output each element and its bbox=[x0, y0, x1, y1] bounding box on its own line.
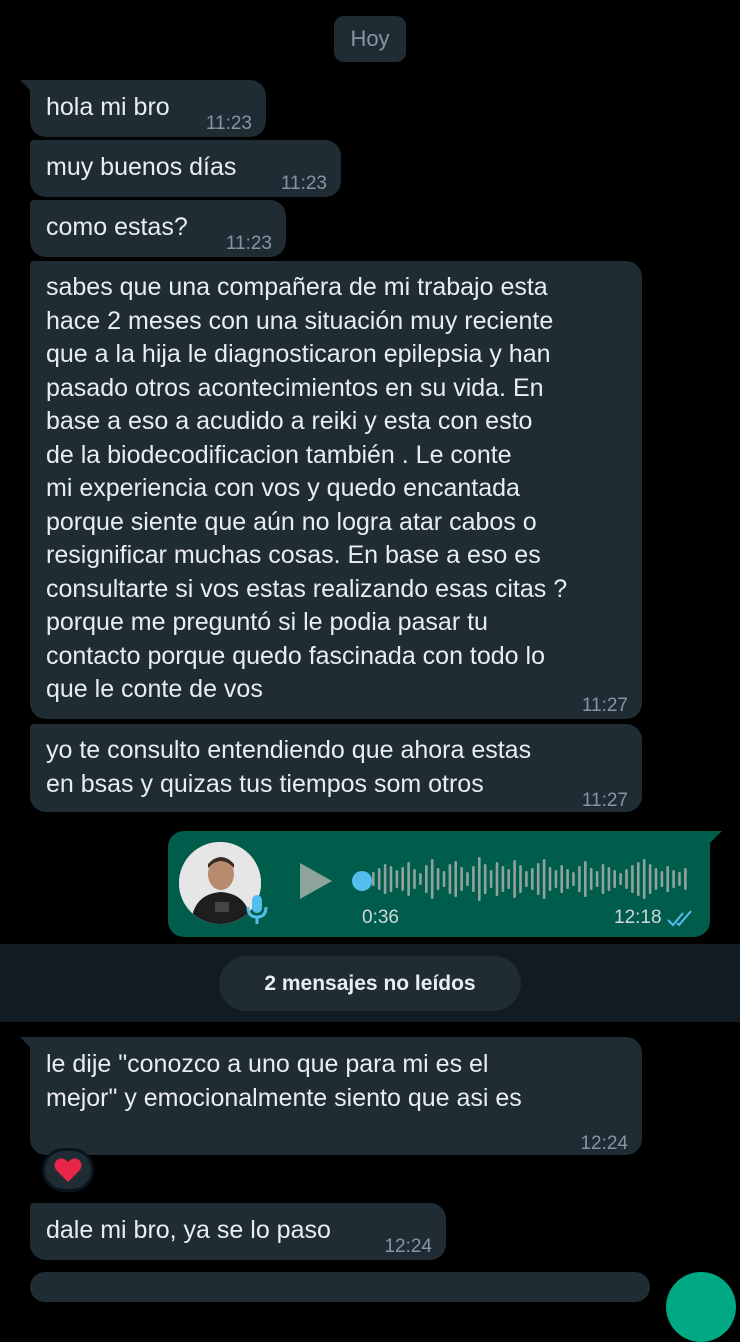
incoming-message[interactable]: muy buenos días 11:23 bbox=[30, 140, 341, 197]
message-text: muy buenos días bbox=[46, 153, 237, 181]
waveform-bar bbox=[478, 857, 481, 901]
playback-scrubber-handle[interactable] bbox=[352, 871, 372, 891]
waveform-bar bbox=[637, 862, 640, 896]
waveform-bar bbox=[513, 860, 516, 898]
message-time: 12:24 bbox=[580, 1133, 628, 1154]
play-button[interactable] bbox=[298, 861, 334, 901]
waveform-bar bbox=[525, 871, 528, 887]
waveform-bar bbox=[601, 864, 605, 894]
waveform-bar bbox=[489, 870, 493, 888]
waveform-bar bbox=[554, 870, 558, 888]
message-time: 11:23 bbox=[205, 113, 252, 134]
outgoing-voice-message[interactable]: 0:36 12:18 bbox=[168, 831, 722, 937]
incoming-message[interactable]: yo te consulto entendiendo que ahora est… bbox=[30, 724, 642, 812]
voice-duration: 0:36 bbox=[362, 907, 399, 928]
message-time: 11:27 bbox=[581, 695, 628, 716]
waveform-bar bbox=[584, 861, 587, 897]
date-separator-label: Hoy bbox=[350, 26, 390, 51]
waveform-bar bbox=[401, 867, 404, 891]
double-check-read-icon bbox=[667, 910, 692, 927]
message-time: 11:23 bbox=[225, 233, 272, 254]
waveform-bar bbox=[642, 859, 646, 899]
waveform-bar bbox=[472, 866, 475, 892]
microphone-icon bbox=[246, 893, 268, 925]
waveform-bar bbox=[430, 859, 434, 899]
waveform-bar bbox=[519, 865, 522, 893]
waveform-bar bbox=[578, 866, 581, 892]
waveform-bar bbox=[507, 869, 510, 889]
message-time: 12:18 bbox=[614, 907, 662, 928]
waveform-bar bbox=[648, 864, 652, 894]
waveform-bar bbox=[595, 871, 599, 887]
waveform-bar bbox=[619, 873, 622, 885]
date-separator: Hoy bbox=[334, 16, 406, 62]
message-text: hola mi bro bbox=[46, 93, 170, 121]
waveform-bar bbox=[436, 868, 440, 890]
waveform-bar bbox=[589, 868, 593, 890]
incoming-message[interactable]: hola mi bro 11:23 bbox=[20, 80, 266, 137]
incoming-message[interactable]: dale mi bro, ya se lo paso 12:24 bbox=[30, 1203, 446, 1260]
waveform-bar bbox=[542, 859, 546, 899]
unread-messages-label: 2 mensajes no leídos bbox=[219, 956, 521, 1011]
waveform-bar bbox=[407, 862, 410, 896]
waveform-bar bbox=[448, 864, 452, 894]
incoming-message[interactable]: sabes que una compañera de mi trabajo es… bbox=[30, 261, 642, 719]
waveform-bar bbox=[666, 866, 669, 892]
waveform-bar bbox=[607, 867, 611, 891]
message-text: como estas? bbox=[46, 213, 188, 241]
waveform-bar bbox=[483, 864, 487, 894]
scroll-down-button[interactable] bbox=[666, 1272, 736, 1342]
waveform-bar bbox=[560, 865, 563, 893]
message-text: yo te consulto entendiendo que ahora est… bbox=[46, 736, 532, 798]
waveform-bar bbox=[466, 872, 469, 886]
unread-label-text: 2 mensajes no leídos bbox=[264, 971, 476, 995]
message-text: sabes que una compañera de mi trabajo es… bbox=[46, 273, 568, 703]
waveform-bar bbox=[678, 872, 681, 886]
reaction-badge[interactable] bbox=[42, 1148, 94, 1192]
waveform-bar bbox=[460, 867, 463, 891]
waveform-bar bbox=[383, 864, 387, 894]
waveform-bar bbox=[454, 861, 457, 897]
waveform[interactable] bbox=[372, 853, 690, 905]
waveform-bar bbox=[684, 868, 687, 890]
waveform-bar bbox=[654, 868, 658, 890]
message-time: 12:24 bbox=[384, 1236, 432, 1257]
waveform-bar bbox=[531, 868, 534, 890]
waveform-bar bbox=[631, 865, 634, 893]
message-time: 11:27 bbox=[581, 790, 628, 811]
incoming-message[interactable]: como estas? 11:23 bbox=[30, 200, 286, 257]
waveform-bar bbox=[536, 863, 540, 895]
heart-icon bbox=[54, 1158, 82, 1182]
waveform-bar bbox=[419, 873, 422, 885]
waveform-bar bbox=[672, 870, 675, 888]
waveform-bar bbox=[377, 868, 381, 890]
waveform-bar bbox=[372, 872, 375, 886]
incoming-message-partial[interactable] bbox=[30, 1272, 650, 1302]
waveform-bar bbox=[413, 869, 416, 889]
waveform-bar bbox=[660, 871, 664, 887]
waveform-bar bbox=[495, 862, 499, 896]
waveform-bar bbox=[613, 870, 616, 888]
waveform-bar bbox=[566, 869, 569, 889]
waveform-bar bbox=[548, 867, 552, 891]
message-text: dale mi bro, ya se lo paso bbox=[46, 1216, 331, 1244]
message-text: le dije "conozco a uno que para mi es el… bbox=[46, 1050, 522, 1112]
waveform-bar bbox=[395, 870, 399, 888]
message-time: 11:23 bbox=[280, 173, 327, 194]
waveform-bar bbox=[572, 872, 575, 886]
waveform-bar bbox=[501, 866, 505, 892]
incoming-message[interactable]: le dije "conozco a uno que para mi es el… bbox=[20, 1037, 642, 1155]
waveform-bar bbox=[442, 871, 446, 887]
waveform-bar bbox=[625, 869, 628, 889]
waveform-bar bbox=[425, 865, 428, 893]
waveform-bar bbox=[389, 866, 393, 892]
